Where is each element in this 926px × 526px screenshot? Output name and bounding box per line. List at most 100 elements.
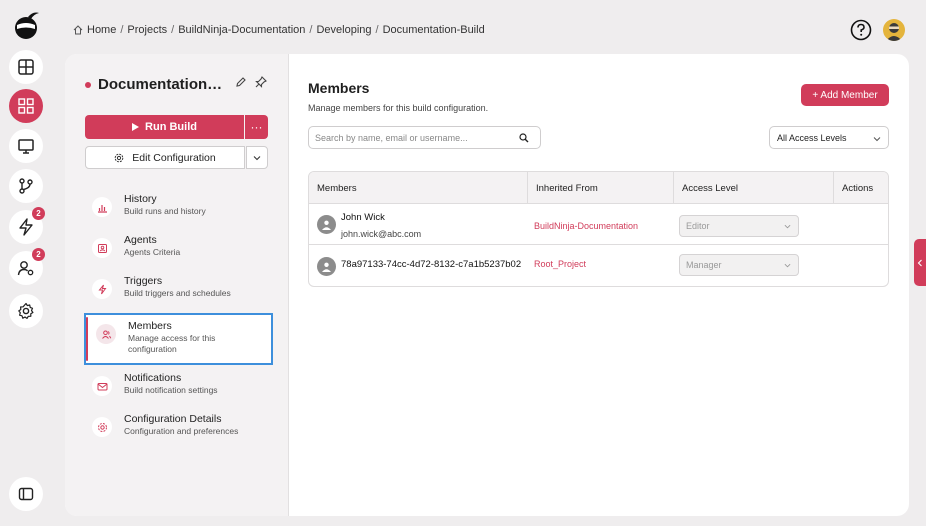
pencil-icon[interactable]	[235, 76, 247, 88]
rail-collapse-button[interactable]	[9, 477, 43, 511]
run-build-button[interactable]: Run Build	[85, 115, 244, 139]
config-nav: History Build runs and history Agents Agen…	[84, 188, 273, 449]
access-filter-value: All Access Levels	[777, 132, 847, 143]
breadcrumb-home[interactable]: Home	[87, 24, 116, 36]
chevron-left-icon	[917, 259, 922, 266]
nav-subtitle: Build notification settings	[124, 385, 218, 395]
sidebar-toggle-icon	[18, 487, 34, 501]
nav-item-configuration-details[interactable]: Configuration Details Configuration and p…	[84, 408, 273, 449]
page-title: Members	[308, 80, 370, 96]
nav-subtitle: Build runs and history	[124, 206, 206, 216]
page-subtitle: Manage members for this build configurat…	[308, 103, 489, 113]
nav-item-agents[interactable]: Agents Agents Criteria	[84, 229, 273, 270]
column-header: Members	[317, 182, 357, 194]
member-avatar	[317, 257, 336, 276]
user-icon	[322, 262, 331, 272]
nav-subtitle: Build triggers and schedules	[124, 288, 231, 298]
access-level-value: Editor	[686, 221, 710, 231]
nav-title: Configuration Details	[124, 413, 222, 425]
chevron-down-icon	[784, 224, 791, 229]
rail-dashboard-button[interactable]	[9, 50, 43, 84]
nav-title: Agents	[124, 234, 157, 246]
help-icon[interactable]	[850, 19, 872, 41]
breadcrumb-separator: /	[120, 24, 124, 36]
table-row: John Wick john.wick@abc.com BuildNinja-D…	[309, 204, 888, 245]
members-icon	[101, 330, 111, 339]
ninja-logo-icon[interactable]	[11, 10, 41, 42]
nav-subtitle: Agents Criteria	[124, 247, 181, 257]
rail-builds-button[interactable]: 2	[9, 207, 45, 244]
bar-chart-icon	[97, 204, 107, 213]
inherited-from-link[interactable]: BuildNinja-Documentation	[534, 221, 638, 231]
left-rail: 2 2	[0, 0, 52, 526]
breadcrumb-project[interactable]: BuildNinja-Documentation	[178, 24, 305, 36]
search-icon	[519, 133, 529, 143]
status-dot	[85, 81, 91, 88]
search-input[interactable]: Search by name, email or username...	[308, 126, 541, 149]
user-avatar[interactable]	[883, 19, 905, 41]
user-icon	[322, 220, 331, 230]
monitor-icon	[18, 139, 34, 154]
edit-configuration-button[interactable]: Edit Configuration	[85, 146, 245, 169]
edit-configuration-label: Edit Configuration	[132, 151, 216, 164]
config-title: Documentation-Bu...	[85, 76, 226, 93]
breadcrumb: Home / Projects / BuildNinja-Documentati…	[73, 24, 485, 36]
rail-settings-button[interactable]	[9, 294, 43, 328]
dashboard-icon	[18, 59, 34, 75]
members-content: Members Manage members for this build co…	[289, 54, 909, 516]
rail-projects-button[interactable]	[9, 89, 43, 123]
nav-item-notifications[interactable]: Notifications Build notification settings	[84, 367, 273, 408]
rail-vcs-button[interactable]	[9, 169, 43, 203]
edit-dropdown-button[interactable]	[246, 146, 268, 169]
nav-title: History	[124, 193, 157, 205]
search-placeholder: Search by name, email or username...	[315, 132, 468, 143]
add-member-button[interactable]: + Add Member	[801, 84, 889, 106]
pin-icon[interactable]	[255, 76, 267, 88]
table-row: 78a97133-74cc-4d72-8132-c7a1b5237b02 Roo…	[309, 246, 888, 286]
nav-title: Members	[128, 320, 172, 332]
nav-subtitle: Configuration and preferences	[124, 426, 239, 436]
bolt-icon	[19, 218, 33, 236]
user-settings-icon	[17, 261, 34, 276]
breadcrumb-branch[interactable]: Developing	[316, 24, 371, 36]
rail-agents-button[interactable]	[9, 129, 43, 163]
breadcrumb-separator: /	[375, 24, 379, 36]
nav-item-triggers[interactable]: Triggers Build triggers and schedules	[84, 270, 273, 311]
member-email: john.wick@abc.com	[341, 229, 422, 239]
grid-icon	[18, 98, 34, 114]
run-build-label: Run Build	[145, 121, 197, 133]
chevron-down-icon	[253, 155, 261, 160]
breadcrumb-separator: /	[171, 24, 175, 36]
nav-title: Triggers	[124, 275, 163, 287]
column-header: Actions	[833, 172, 888, 204]
breadcrumb-current: Documentation-Build	[382, 24, 485, 36]
breadcrumb-projects[interactable]: Projects	[127, 24, 167, 36]
member-avatar	[317, 215, 336, 234]
gear-icon	[18, 302, 34, 319]
chevron-down-icon	[873, 137, 881, 142]
home-icon	[73, 25, 83, 35]
rail-users-button[interactable]: 2	[9, 248, 45, 285]
config-title-text: Documentation-Bu...	[98, 76, 226, 93]
git-branch-icon	[19, 178, 33, 194]
nav-subtitle: Manage access for this configuration	[128, 333, 216, 354]
gear-icon	[97, 422, 107, 432]
nav-item-history[interactable]: History Build runs and history	[84, 188, 273, 229]
nav-item-members[interactable]: Members Manage access for this configurat…	[84, 313, 273, 365]
access-level-select[interactable]: Editor	[679, 215, 799, 237]
user-avatar-icon	[886, 23, 902, 41]
main-panel: Documentation-Bu... Run Build ··· Edit C…	[65, 54, 909, 516]
right-panel-toggle[interactable]	[914, 239, 926, 286]
member-name: 78a97133-74cc-4d72-8132-c7a1b5237b02	[341, 259, 522, 270]
run-more-button[interactable]: ···	[245, 115, 268, 139]
users-badge: 2	[32, 248, 45, 261]
inherited-from-link[interactable]: Root_Project	[534, 259, 586, 269]
mail-icon	[97, 382, 107, 390]
access-level-filter[interactable]: All Access Levels	[769, 126, 889, 149]
table-header: Members Inherited From Access Level Acti…	[309, 172, 888, 204]
access-level-select[interactable]: Manager	[679, 254, 799, 276]
builds-badge: 2	[32, 207, 45, 220]
config-sidebar: Documentation-Bu... Run Build ··· Edit C…	[65, 54, 289, 516]
agent-icon	[97, 243, 107, 253]
chevron-down-icon	[784, 263, 791, 268]
